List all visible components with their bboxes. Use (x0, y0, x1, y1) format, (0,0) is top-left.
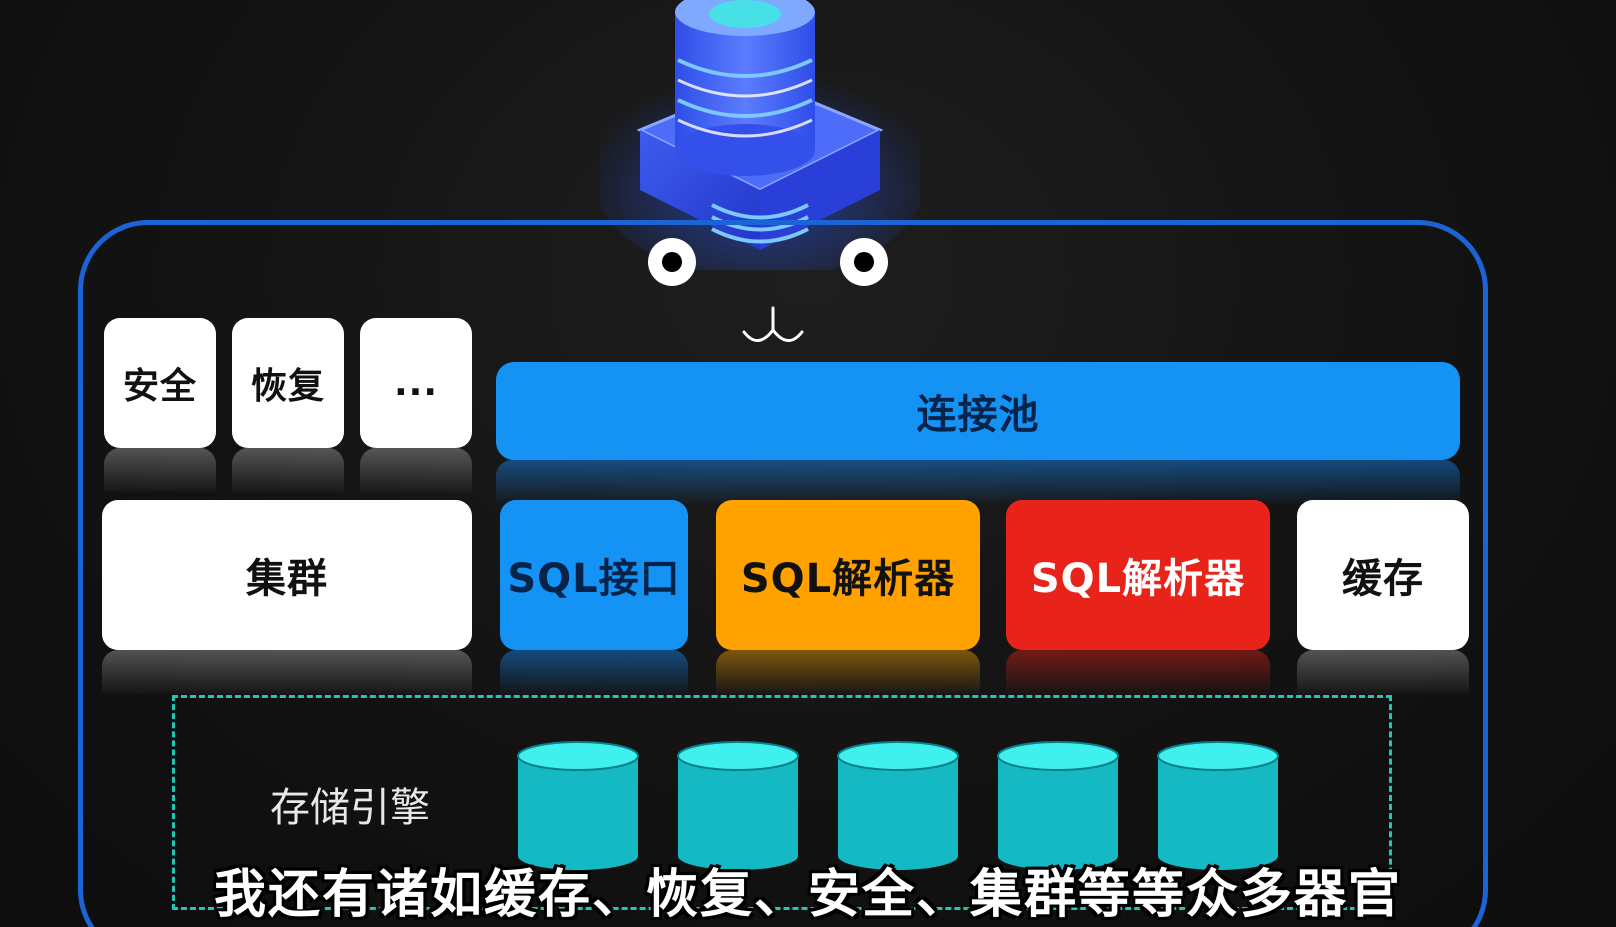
recovery-label: 恢复 (250, 366, 325, 407)
cluster-block: 集群 (102, 500, 472, 694)
storage-cylinder-icon (517, 741, 639, 870)
more-block: ... (360, 318, 472, 492)
cluster-label: 集群 (246, 556, 328, 602)
recovery-block: 恢复 (232, 318, 344, 492)
security-block: 安全 (104, 318, 216, 492)
storage-engine-label: 存储引擎 (270, 785, 430, 831)
storage-cylinder-icon (837, 741, 959, 870)
sql-optimizer-label: SQL解析器 (1030, 556, 1246, 602)
diagram-stage: 安全 恢复 ... 连接池 集群 SQL接口 SQL解析器 SQL解析器 缓存 … (0, 0, 1616, 927)
video-subtitle: 我还有诸如缓存、恢复、安全、集群等等众多器官 (213, 865, 1402, 925)
mouth-icon (742, 306, 804, 342)
sql-interface-block: SQL接口 (500, 500, 688, 694)
storage-cylinder-icon (677, 741, 799, 870)
sql-parser-block: SQL解析器 (716, 500, 980, 694)
security-label: 安全 (122, 366, 197, 407)
sql-interface-label: SQL接口 (507, 556, 681, 602)
more-label: ... (393, 362, 439, 404)
connection-pool-block: 连接池 (496, 362, 1460, 504)
connection-pool-label: 连接池 (916, 392, 1040, 438)
storage-cylinder-icon (997, 741, 1119, 870)
cache-label: 缓存 (1342, 556, 1424, 602)
left-eye-icon (648, 238, 696, 286)
sql-parser-label: SQL解析器 (740, 556, 956, 602)
right-eye-icon (840, 238, 888, 286)
storage-cylinder-icon (1157, 741, 1279, 870)
cache-block: 缓存 (1297, 500, 1469, 694)
sql-optimizer-block: SQL解析器 (1006, 500, 1270, 694)
